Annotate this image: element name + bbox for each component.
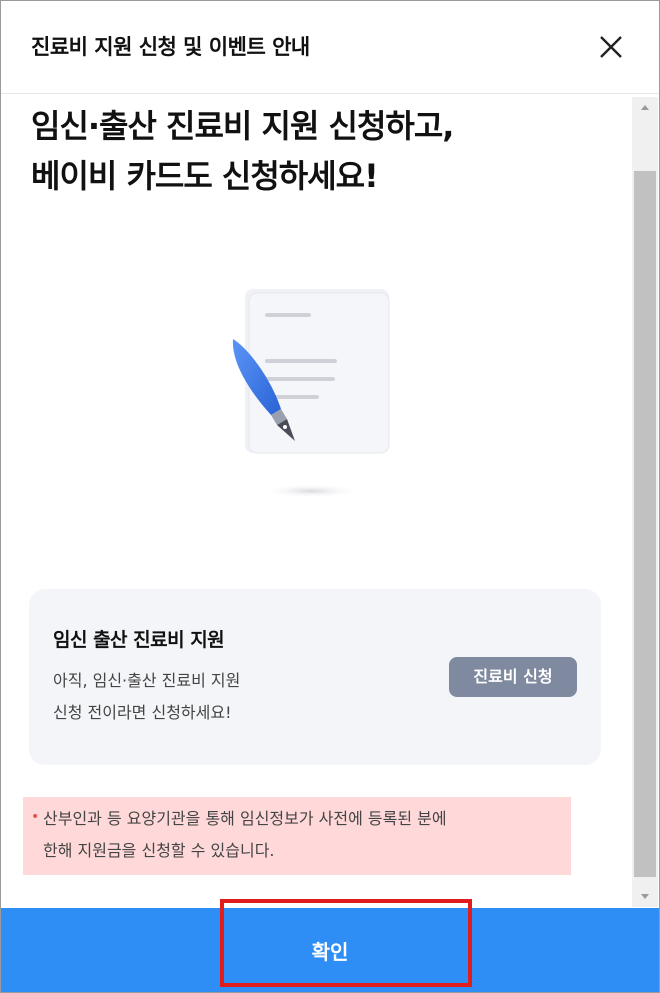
headline-line-2: 베이비 카드도 신청하세요! (31, 157, 379, 195)
triangle-up-icon (641, 105, 649, 110)
card-desc-line-1: 아직, 임신·출산 진료비 지원 (53, 671, 241, 690)
scroll-down-button[interactable] (632, 887, 658, 907)
headline: 임신·출산 진료비 지원 신청하고, 베이비 카드도 신청하세요! (31, 101, 621, 201)
confirm-button[interactable]: 확인 (1, 908, 659, 992)
dialog-title: 진료비 지원 신청 및 이벤트 안내 (31, 35, 310, 59)
document-pen-icon (232, 289, 390, 498)
dialog-header: 진료비 지원 신청 및 이벤트 안내 (1, 1, 659, 94)
close-button[interactable] (593, 29, 629, 65)
card-title: 임신 출산 진료비 지원 (53, 629, 225, 651)
card-desc-line-2: 신청 전이라면 신청하세요! (53, 703, 232, 722)
notice-text: 산부인과 등 요양기관을 통해 임신정보가 사전에 등록된 분에 한해 지원금을… (43, 803, 568, 867)
notice-bullet: • (31, 809, 40, 825)
triangle-down-icon (641, 894, 649, 899)
dialog-content: 임신·출산 진료비 지원 신청하고, 베이비 카드도 신청하세요! 임신 출산 … (1, 97, 631, 907)
close-icon (600, 36, 622, 58)
scroll-up-button[interactable] (632, 97, 658, 117)
support-card: 임신 출산 진료비 지원 아직, 임신·출산 진료비 지원 신청 전이라면 신청… (29, 589, 601, 765)
notice-line-1: 산부인과 등 요양기관을 통해 임신정보가 사전에 등록된 분에 (43, 809, 447, 828)
headline-line-1: 임신·출산 진료비 지원 신청하고, (31, 107, 454, 145)
notice-line-2: 한해 지원금을 신청할 수 있습니다. (43, 841, 275, 860)
confirm-label: 확인 (311, 940, 349, 964)
dialog-window: 진료비 지원 신청 및 이벤트 안내 임신·출산 진료비 지원 신청하고, 베이… (0, 0, 660, 993)
scroll-thumb[interactable] (634, 171, 656, 877)
apply-medical-expense-button[interactable]: 진료비 신청 (449, 657, 577, 697)
vertical-scrollbar[interactable] (632, 97, 658, 907)
notice-box: • 산부인과 등 요양기관을 통해 임신정보가 사전에 등록된 분에 한해 지원… (23, 797, 571, 875)
card-description: 아직, 임신·출산 진료비 지원 신청 전이라면 신청하세요! (53, 665, 353, 729)
document-pen-illustration (221, 283, 401, 503)
